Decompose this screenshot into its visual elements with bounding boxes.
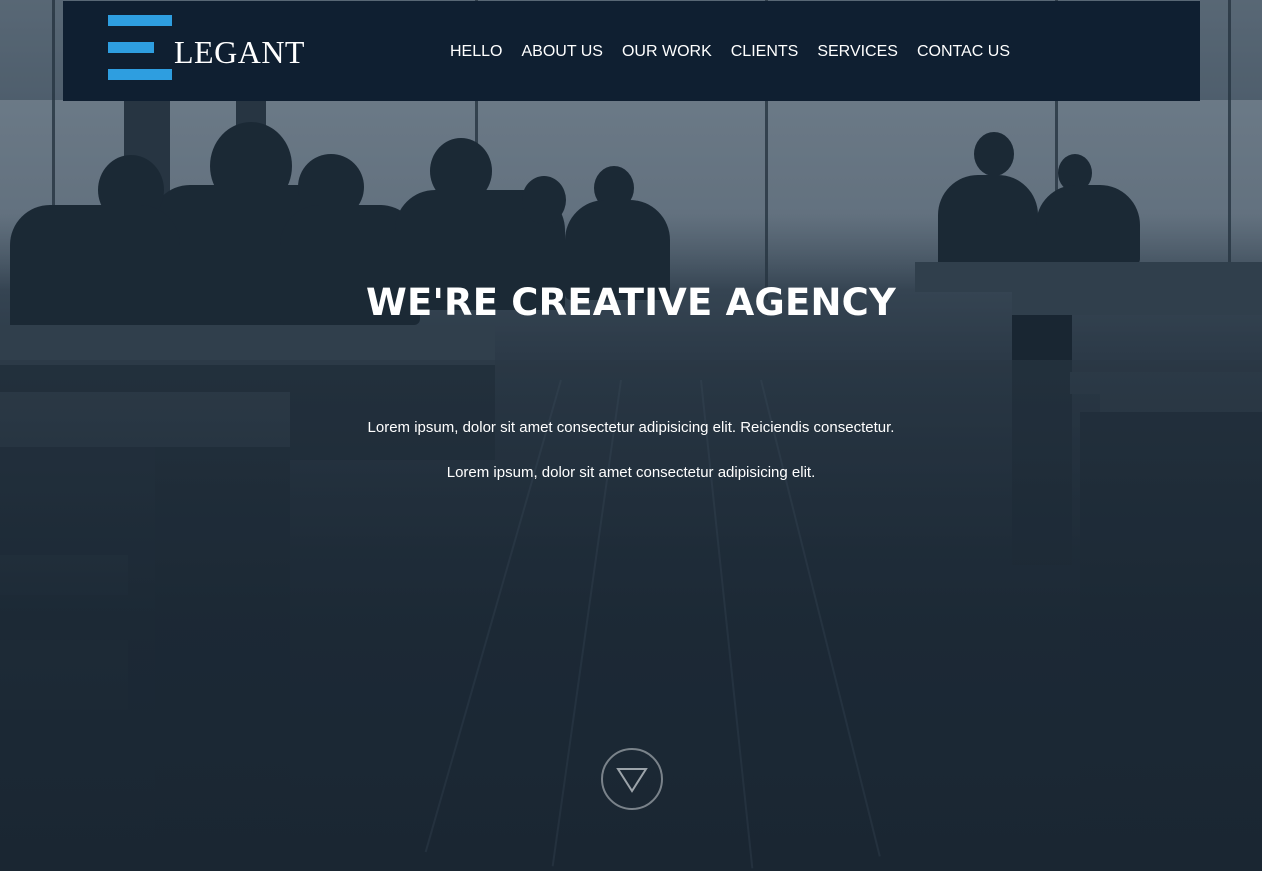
logo[interactable]: LEGANT	[108, 15, 308, 81]
navbar: LEGANT HELLO ABOUT US OUR WORK CLIENTS S…	[63, 1, 1200, 101]
nav-item-contact-us[interactable]: CONTAC US	[917, 41, 1010, 63]
nav-item-our-work[interactable]: OUR WORK	[622, 41, 712, 63]
logo-bar	[108, 69, 172, 80]
logo-text: LEGANT	[174, 34, 305, 70]
hero-title: WE'RE CREATIVE AGENCY	[366, 281, 896, 324]
scroll-down-button[interactable]	[601, 748, 663, 810]
nav-item-services[interactable]: SERVICES	[817, 41, 898, 63]
nav-item-about-us[interactable]: ABOUT US	[521, 41, 603, 63]
logo-bar	[108, 42, 154, 53]
nav-item-clients[interactable]: CLIENTS	[731, 41, 799, 63]
nav-menu: HELLO ABOUT US OUR WORK CLIENTS SERVICES…	[450, 41, 1029, 63]
logo-bar	[108, 15, 172, 26]
triangle-down-icon	[616, 768, 648, 793]
nav-item-hello[interactable]: HELLO	[450, 41, 502, 63]
hero-paragraph: Lorem ipsum, dolor sit amet consectetur …	[446, 464, 816, 481]
hero-paragraph: Lorem ipsum, dolor sit amet consectetur …	[367, 419, 895, 436]
